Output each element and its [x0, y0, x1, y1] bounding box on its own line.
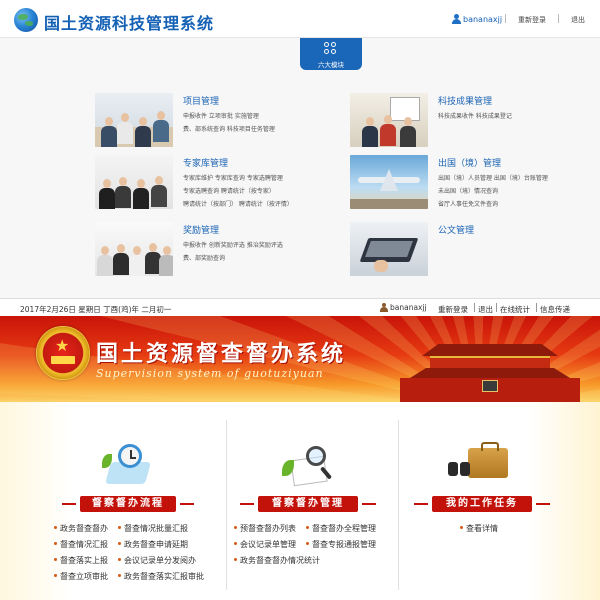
module-image	[95, 222, 173, 276]
panel-link[interactable]: 政务督查督办	[54, 523, 108, 534]
module-image	[350, 155, 428, 209]
module-title[interactable]: 项目管理	[183, 94, 219, 107]
panel-link[interactable]: 督查情况汇报	[54, 539, 108, 550]
panel-link[interactable]: 督查落实上报	[54, 555, 108, 566]
module-links[interactable]: 申报收件 创新奖励评选 推治奖励评选	[183, 240, 283, 249]
top-header: 国土资源科技管理系统 bananaxjj 重新登录 退出	[0, 0, 600, 38]
username-label: bananaxjj	[463, 14, 503, 24]
panel-link[interactable]: 会议记录单管理	[234, 539, 296, 550]
module-overseas[interactable]: 出国（境）管理 出国（境）人员管理 出国（境）台账管理 未出国（境）情况查询 省…	[350, 155, 585, 213]
supervision-banner: ★ 国土资源督查督办系统 Supervision system of guotu…	[0, 316, 600, 402]
panel-heading: 督察督办流程	[62, 496, 194, 512]
module-awards[interactable]: 奖励管理 申报收件 创新奖励评选 推治奖励评选 费、部奖励查询	[95, 222, 325, 280]
username-label: bananaxjj	[390, 303, 427, 312]
module-experts[interactable]: 专家库管理 专家库维护 专家库查询 专家选聘管理 专家选聘查询 聘请统计（按专家…	[95, 155, 325, 213]
banner-subtitle: Supervision system of guotuziyuan	[96, 367, 324, 380]
module-links[interactable]: 费、部奖励查询	[183, 253, 225, 262]
globe-logo-icon	[14, 8, 38, 32]
panel-link[interactable]: 会议记录单分发阅办	[118, 555, 196, 566]
module-links[interactable]: 省厅人事任免文件查询	[438, 199, 498, 208]
panel-link[interactable]: 督查督办全程管理	[306, 523, 376, 534]
tiananmen-illustration	[400, 338, 580, 402]
current-user[interactable]: bananaxjj	[452, 14, 502, 24]
module-links[interactable]: 专家库维护 专家库查询 专家选聘管理	[183, 173, 283, 182]
module-image	[95, 155, 173, 209]
module-achievements[interactable]: 科技成果管理 科技成果收件 科技成果登记	[350, 93, 580, 151]
messages-link[interactable]: 信息传递	[540, 304, 570, 315]
panel-link[interactable]: 政务督查申请延期	[118, 539, 188, 550]
six-modules-badge: 六大模块	[300, 38, 362, 70]
module-image	[95, 93, 173, 147]
module-image	[350, 222, 428, 276]
module-links[interactable]: 费、部系统查询 科技项目任务管理	[183, 124, 275, 133]
info-bar: 2017年2月26日 星期日 丁酉(鸡)年 二月初一 bananaxjj 重新登…	[0, 298, 600, 316]
divider	[226, 420, 227, 590]
panel-link[interactable]: 政务督查落实汇报审批	[118, 571, 204, 582]
divider	[558, 14, 559, 23]
online-stats-link[interactable]: 在线统计	[500, 304, 530, 315]
divider	[398, 420, 399, 590]
divider	[505, 14, 506, 23]
date-line: 2017年2月26日 星期日 丁酉(鸡)年 二月初一	[20, 305, 172, 314]
module-links[interactable]: 聘请统计（按部门） 聘请统计（按评情）	[183, 199, 293, 208]
logout-link[interactable]: 退出	[478, 304, 493, 315]
panel-link[interactable]: 查看详情	[460, 523, 498, 534]
banner-title: 国土资源督查督办系统	[96, 342, 347, 367]
relogin-link[interactable]: 重新登录	[518, 15, 546, 25]
divider	[496, 303, 497, 312]
module-documents[interactable]: 公文管理	[350, 222, 580, 280]
panel-link[interactable]: 政务督查督办情况统计	[234, 555, 320, 566]
national-emblem-icon: ★	[36, 326, 90, 380]
system-title: 国土资源科技管理系统	[44, 14, 215, 33]
module-project[interactable]: 项目管理 申报收件 立项审批 实施管理 费、部系统查询 科技项目任务管理	[95, 93, 315, 151]
panel-heading: 督察督办管理	[240, 496, 376, 512]
module-title[interactable]: 出国（境）管理	[438, 156, 501, 169]
module-title[interactable]: 公文管理	[438, 223, 474, 236]
logout-link[interactable]: 退出	[571, 15, 585, 25]
panel-link[interactable]: 督查专报通报管理	[306, 539, 376, 550]
module-title[interactable]: 专家库管理	[183, 156, 228, 169]
module-title[interactable]: 科技成果管理	[438, 94, 492, 107]
panel-link[interactable]: 督查立项审批	[54, 571, 108, 582]
briefcase-icon	[448, 438, 518, 490]
relogin-link[interactable]: 重新登录	[438, 304, 468, 315]
module-links[interactable]: 申报收件 立项审批 实施管理	[183, 111, 259, 120]
module-links[interactable]: 未出国（境）情况查询	[438, 186, 498, 195]
divider	[536, 303, 537, 312]
magnifier-icon	[280, 440, 340, 490]
grid-icon	[324, 42, 338, 56]
module-links[interactable]: 专家选聘查询 聘请统计（按专家）	[183, 186, 275, 195]
module-links[interactable]: 出国（境）人员管理 出国（境）台账管理	[438, 173, 548, 182]
panel-link[interactable]: 预督查督办列表	[234, 523, 296, 534]
panel-link[interactable]: 督查情况批量汇报	[118, 523, 188, 534]
module-image	[350, 93, 428, 147]
clipboard-clock-icon	[100, 440, 156, 490]
user-icon	[380, 303, 388, 312]
module-links[interactable]: 科技成果收件 科技成果登记	[438, 111, 512, 120]
badge-label: 六大模块	[318, 61, 344, 69]
user-icon	[452, 14, 461, 24]
current-user[interactable]: bananaxjj	[380, 303, 427, 312]
module-title[interactable]: 奖励管理	[183, 223, 219, 236]
divider	[474, 303, 475, 312]
panel-heading: 我的工作任务	[414, 496, 550, 512]
